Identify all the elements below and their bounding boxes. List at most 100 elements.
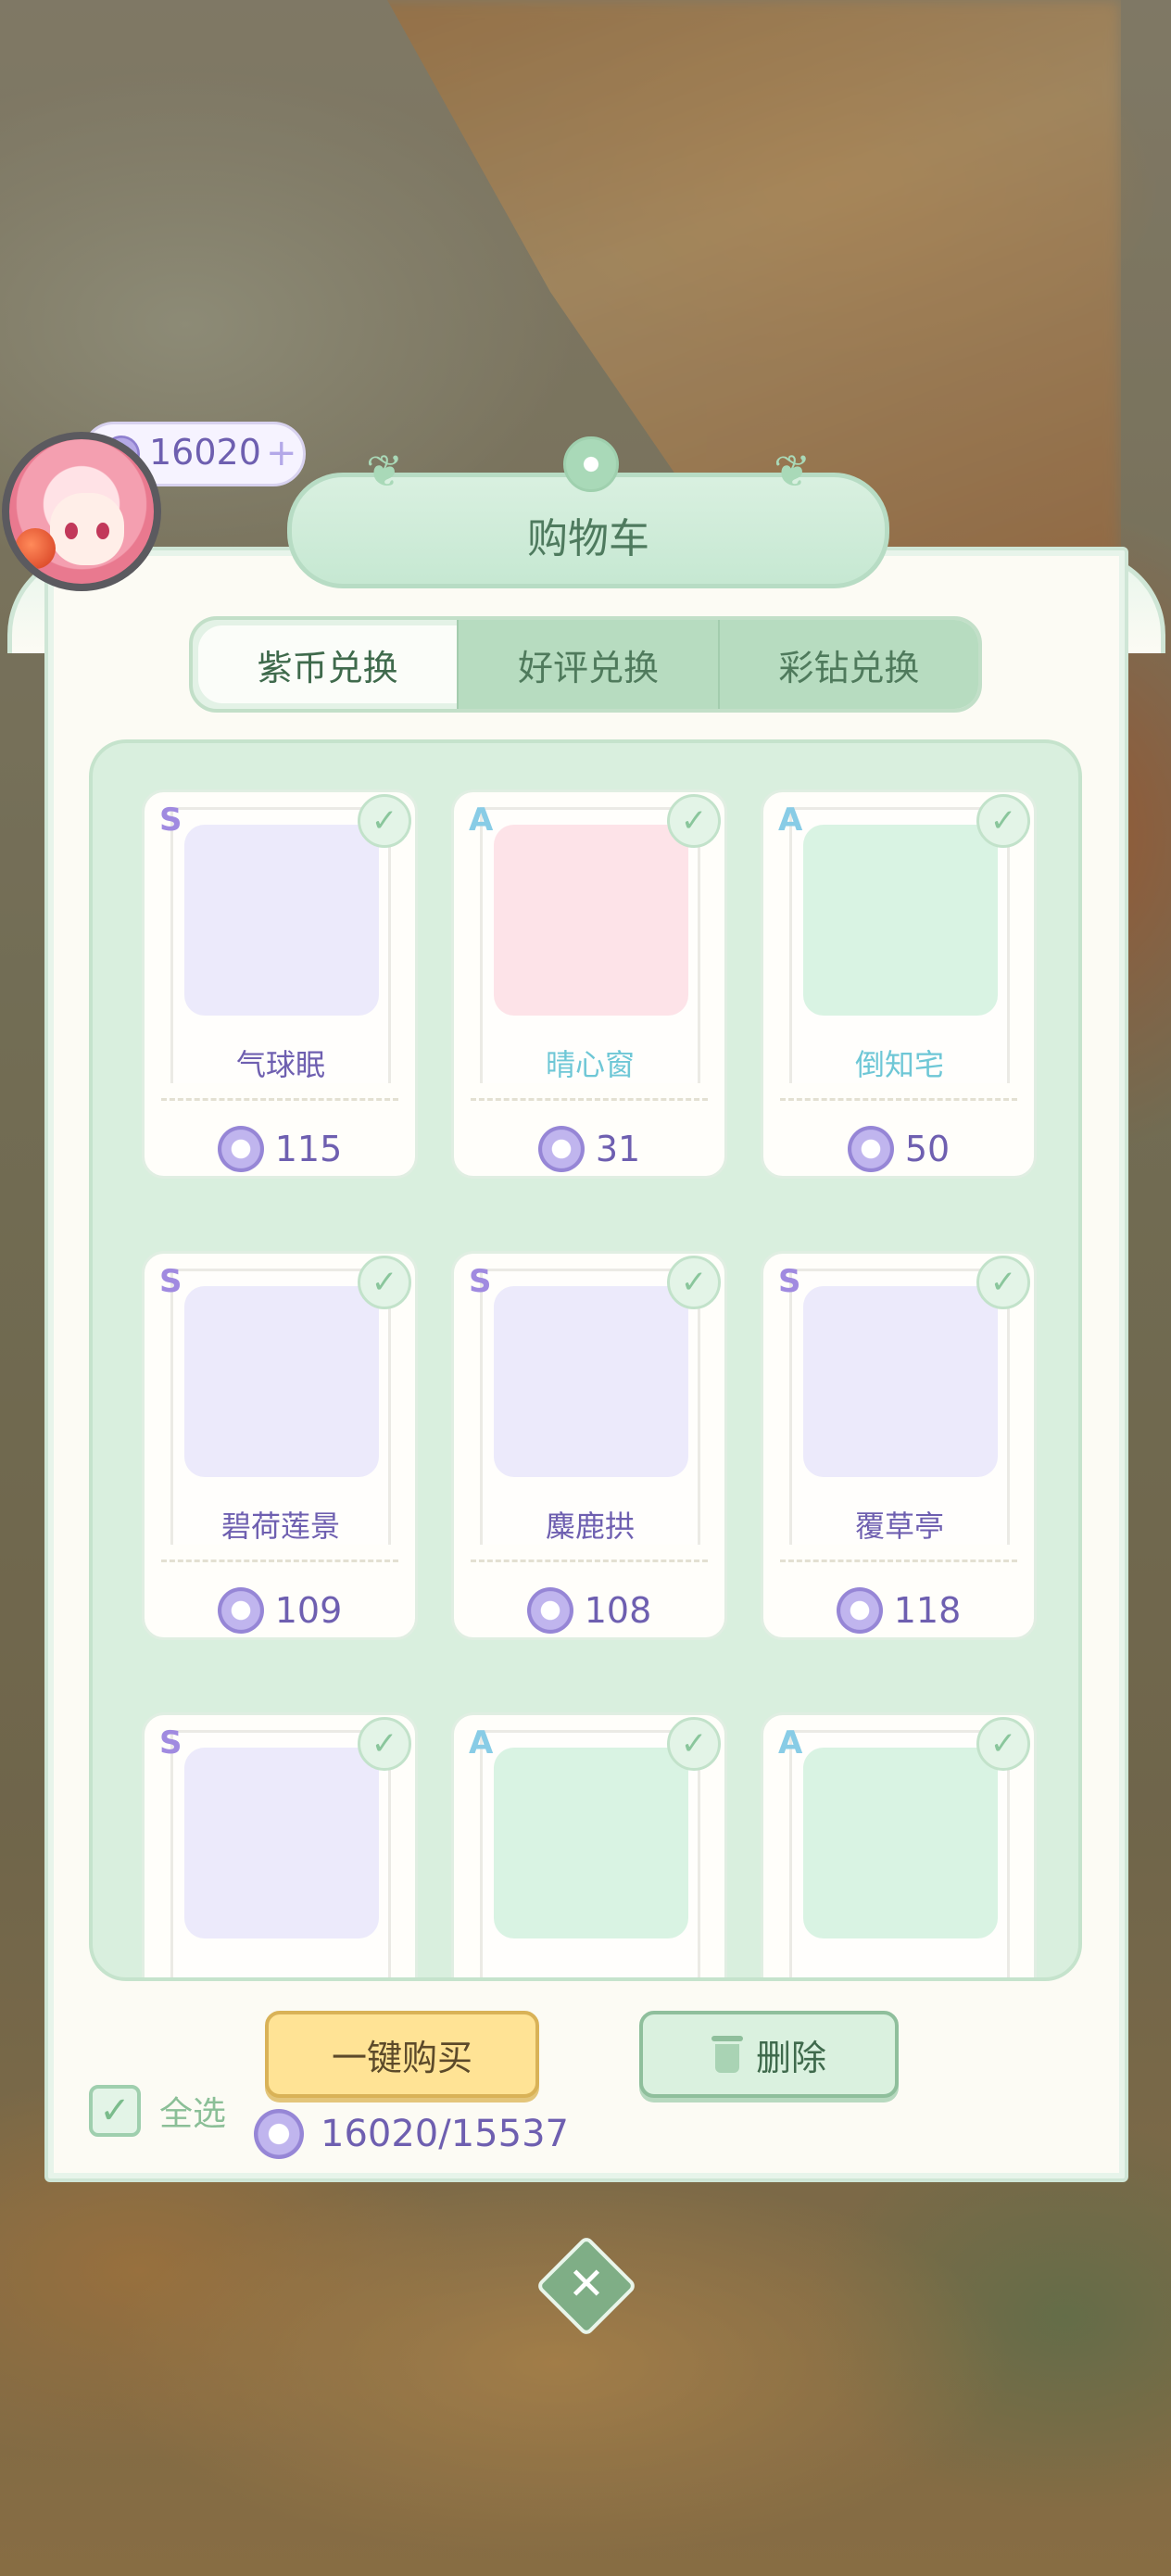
cart-item-card[interactable]: 碧荷莲景 S ✓ 109 [142, 1251, 418, 1640]
item-image-lotus [184, 1286, 379, 1477]
leaf-ornament-icon: ❦ [774, 446, 812, 498]
card-frame: 碧荷莲景 [170, 1269, 391, 1545]
card-frame [170, 1730, 391, 1977]
tab-rainbow-diamond[interactable]: 彩钻兑换 [717, 620, 978, 709]
balance-display: 16020/15537 [254, 2109, 569, 2159]
rank-badge: A [469, 802, 494, 839]
purple-coin-icon [526, 1587, 573, 1634]
item-image-pavilion [803, 1286, 998, 1477]
divider [161, 1098, 398, 1101]
cart-item-card[interactable]: 麋鹿拱 S ✓ 108 [451, 1251, 727, 1640]
cart-item-card[interactable]: A ✓ [451, 1712, 727, 1977]
item-checkbox[interactable]: ✓ [667, 794, 721, 848]
item-price: 31 [454, 1126, 724, 1172]
item-image-house [803, 825, 998, 1016]
title-plate: ❦ ❦ 购物车 [287, 436, 889, 588]
item-image-window [494, 825, 688, 1016]
purple-coin-icon [217, 1126, 264, 1172]
add-currency-icon[interactable]: + [266, 432, 297, 474]
item-price: 118 [763, 1587, 1034, 1634]
purple-coin-icon [217, 1587, 264, 1634]
avatar-face [50, 493, 124, 565]
divider [471, 1559, 708, 1562]
divider [780, 1559, 1017, 1562]
purple-coin-icon [836, 1587, 883, 1634]
rank-badge: A [778, 802, 803, 839]
cart-item-card[interactable]: 晴心窗 A ✓ 31 [451, 789, 727, 1179]
item-checkbox[interactable]: ✓ [358, 1256, 411, 1309]
item-image-phone-booth [803, 1748, 998, 1938]
item-name: 气球眠 [235, 1047, 325, 1082]
card-frame: 晴心窗 [480, 807, 700, 1083]
currency-amount: 16020 [149, 432, 261, 473]
tab-good-review[interactable]: 好评兑换 [457, 620, 718, 709]
cart-item-list[interactable]: 气球眠 S ✓ 115 晴心窗 A ✓ 31 倒知宅 A ✓ 50 碧荷莲景 S… [89, 739, 1082, 1981]
divider [161, 1559, 398, 1562]
cart-item-card[interactable]: 倒知宅 A ✓ 50 [761, 789, 1037, 1179]
item-price-value: 118 [893, 1590, 962, 1631]
trash-icon [711, 2036, 743, 2073]
delete-label: 删除 [755, 2037, 826, 2078]
item-checkbox[interactable]: ✓ [358, 1717, 411, 1771]
item-image-bunny-stump [184, 1748, 379, 1938]
purple-coin-icon [847, 1126, 894, 1172]
item-checkbox[interactable]: ✓ [976, 1717, 1030, 1771]
purple-coin-icon [537, 1126, 585, 1172]
item-name: 麋鹿拱 [545, 1509, 635, 1544]
item-checkbox[interactable]: ✓ [667, 1256, 721, 1309]
delete-button[interactable]: 删除 [639, 2011, 899, 2098]
page-title: 购物车 [527, 515, 649, 562]
leaf-ornament-icon: ❦ [366, 446, 404, 498]
item-image-deer-arch [494, 1286, 688, 1477]
buy-all-button[interactable]: 一键购买 [265, 2011, 539, 2098]
flower-ornament-icon [563, 436, 619, 492]
item-checkbox[interactable]: ✓ [976, 794, 1030, 848]
rank-badge: S [778, 1263, 801, 1300]
avatar-eye [65, 523, 78, 539]
cart-item-card[interactable]: 气球眠 S ✓ 115 [142, 789, 418, 1179]
item-image-balloon-bed [184, 825, 379, 1016]
item-price-value: 31 [595, 1129, 641, 1169]
select-all[interactable]: ✓ 全选 [89, 2085, 226, 2137]
exchange-tabs: 紫币兑换 好评兑换 彩钻兑换 [189, 616, 982, 713]
avatar[interactable] [2, 432, 161, 591]
item-price: 109 [145, 1587, 415, 1634]
item-price: 50 [763, 1126, 1034, 1172]
avatar-eye [96, 523, 109, 539]
select-all-checkbox[interactable]: ✓ [89, 2085, 141, 2137]
item-price-value: 108 [584, 1590, 652, 1631]
card-frame: 覆草亭 [789, 1269, 1010, 1545]
item-price-value: 115 [274, 1129, 343, 1169]
purple-coin-icon [254, 2109, 304, 2159]
rank-badge: S [159, 1263, 183, 1300]
cart-item-card[interactable]: S ✓ [142, 1712, 418, 1977]
divider [780, 1098, 1017, 1101]
card-frame: 麋鹿拱 [480, 1269, 700, 1545]
close-icon[interactable]: ✕ [550, 2248, 623, 2320]
card-frame [480, 1730, 700, 1977]
item-checkbox[interactable]: ✓ [976, 1256, 1030, 1309]
item-checkbox[interactable]: ✓ [667, 1717, 721, 1771]
item-name: 倒知宅 [854, 1047, 944, 1082]
item-name: 覆草亭 [854, 1509, 944, 1544]
divider [471, 1098, 708, 1101]
apple-icon [15, 528, 56, 569]
rank-badge: S [159, 802, 183, 839]
card-frame: 气球眠 [170, 807, 391, 1083]
rank-badge: S [469, 1263, 492, 1300]
item-price-value: 109 [274, 1590, 343, 1631]
item-price: 115 [145, 1126, 415, 1172]
item-image-lattice-panel [494, 1748, 688, 1938]
rank-badge: A [469, 1724, 494, 1762]
balance-value: 16020/15537 [321, 2113, 569, 2155]
rank-badge: S [159, 1724, 183, 1762]
item-name: 碧荷莲景 [220, 1509, 340, 1544]
cart-item-card[interactable]: 覆草亭 S ✓ 118 [761, 1251, 1037, 1640]
tab-purple-coin[interactable]: 紫币兑换 [198, 625, 458, 703]
item-name: 晴心窗 [545, 1047, 635, 1082]
select-all-label: 全选 [159, 2095, 227, 2133]
item-checkbox[interactable]: ✓ [358, 794, 411, 848]
trash-can [714, 2044, 739, 2073]
cart-item-card[interactable]: A ✓ [761, 1712, 1037, 1977]
card-frame [789, 1730, 1010, 1977]
